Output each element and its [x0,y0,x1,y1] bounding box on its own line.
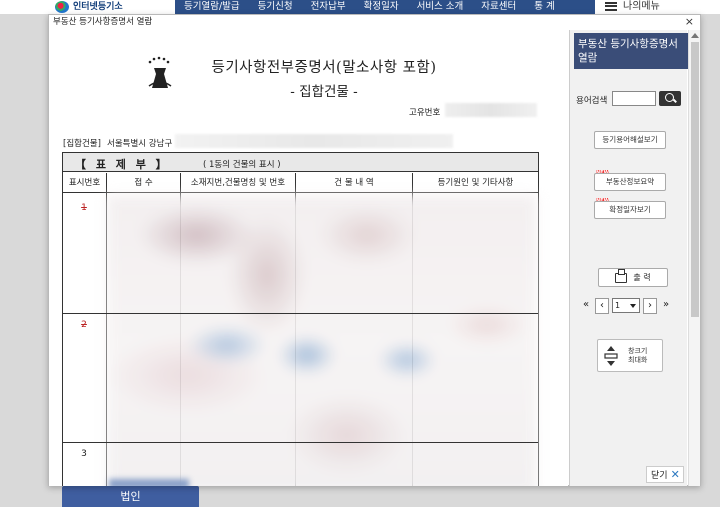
table-row-number: 2 [81,320,87,330]
close-icon: ✕ [670,468,680,481]
term-search-input[interactable] [612,91,656,106]
maximize-window-button[interactable]: 창크기 최대화 [597,339,663,372]
court-emblem-icon [148,56,172,88]
scrollbar[interactable] [688,30,700,486]
print-label: 출 력 [633,273,651,282]
logo-icon [55,1,69,13]
window-close-icon[interactable]: × [685,15,694,29]
site-nav: 등기열람/발급 등기신청 전자납부 확정일자 서비스 소개 자료센터 통 계 [175,0,595,14]
search-icon[interactable] [659,91,681,106]
document-title: 등기사항전부증명서(말소사항 포함) [211,60,437,76]
scroll-up-icon[interactable] [691,33,699,38]
col-display-no: 표시번호 [63,173,107,193]
pager: « ‹ 1 › » [580,297,672,314]
title-section-table: 【 표 제 부 】 ( 1동의 건물의 표시 ) 표시번호 접 수 소재지번,건… [62,152,539,486]
prev-page-icon[interactable]: ‹ [595,297,609,314]
nav-item-service[interactable]: 서비스 소개 [408,0,473,14]
divider [63,442,538,443]
address-redacted [175,134,453,148]
nav-item-payment[interactable]: 전자납부 [302,0,355,14]
close-label: 닫기 [651,471,668,481]
building-type-label: [집합건물] [63,139,101,149]
logo-text: 인터넷등기소 [73,2,123,12]
unique-no-label: 고유번호 [409,108,441,118]
viewer-window: 부동산 등기사항증명서 열람 × 등기사항전부증명서(말소사항 포함) - 집합… [48,14,701,486]
nav-item-view-issue[interactable]: 등기열람/발급 [175,0,249,14]
site-logo[interactable]: 인터넷등기소 [55,0,175,14]
maximize-label: 창크기 최대화 [628,347,647,365]
nav-item-resources[interactable]: 자료센터 [472,0,525,14]
maximize-label-line1: 창크기 [628,347,648,355]
section-header: 【 표 제 부 】 ( 1동의 건물의 표시 ) [63,153,538,172]
building-address: 서울특별시 강남구 [107,139,173,149]
print-button[interactable]: 출 력 [598,268,668,287]
side-panel: 부동산 등기사항증명서 열람 용어검색 등기용어해설보기 NEW 부동산정보요약… [569,30,688,486]
first-page-icon[interactable]: « [580,298,592,314]
corporation-tab[interactable]: 법인 [62,486,199,507]
unique-no-redacted [445,103,537,117]
next-page-icon[interactable]: › [643,297,657,314]
page-select[interactable]: 1 [612,298,640,313]
nav-item-apply[interactable]: 등기신청 [249,0,302,14]
summary-button[interactable]: 부동산정보요약 [594,173,666,191]
document-subtitle: - 집합건물 - [290,84,358,100]
glossary-button[interactable]: 등기용어해설보기 [594,131,666,149]
nav-item-fixed-date[interactable]: 확정일자 [355,0,408,14]
nav-item-statistics[interactable]: 통 계 [525,0,564,14]
last-page-icon[interactable]: » [660,298,672,314]
my-menu-label: 나의메뉴 [623,1,660,12]
document-area: 등기사항전부증명서(말소사항 포함) - 집합건물 - 고유번호 [집합건물] … [49,30,568,486]
table-row-number: 3 [81,449,87,459]
close-button[interactable]: 닫기 ✕ [646,466,684,483]
side-panel-title: 부동산 등기사항증명서 열람 [574,33,688,69]
term-search-label: 용어검색 [576,96,608,106]
divider [63,313,538,314]
col-receipt: 접 수 [107,173,181,193]
section-subtitle: ( 1동의 건물의 표시 ) [203,160,281,170]
printer-icon [615,268,628,283]
fixed-date-button[interactable]: 확정일자보기 [594,201,666,219]
maximize-label-line2: 최대화 [628,356,648,364]
col-location: 소재지번,건물명칭 및 번호 [181,173,296,193]
section-title: 【 표 제 부 】 [75,158,170,171]
scroll-thumb[interactable] [691,42,699,317]
hamburger-icon [605,1,617,11]
redacted-content [109,479,189,486]
resize-arrows-icon [604,346,618,366]
table-row-number: 1 [81,203,87,213]
window-title: 부동산 등기사항증명서 열람 [49,15,700,29]
column-headers: 표시번호 접 수 소재지번,건물명칭 및 번호 건 물 내 역 등기원인 및 기… [63,173,538,193]
col-cause: 등기원인 및 기타사항 [437,178,514,188]
col-building-details: 건 물 내 역 [296,173,413,193]
my-menu[interactable]: 나의메뉴 [605,0,705,14]
